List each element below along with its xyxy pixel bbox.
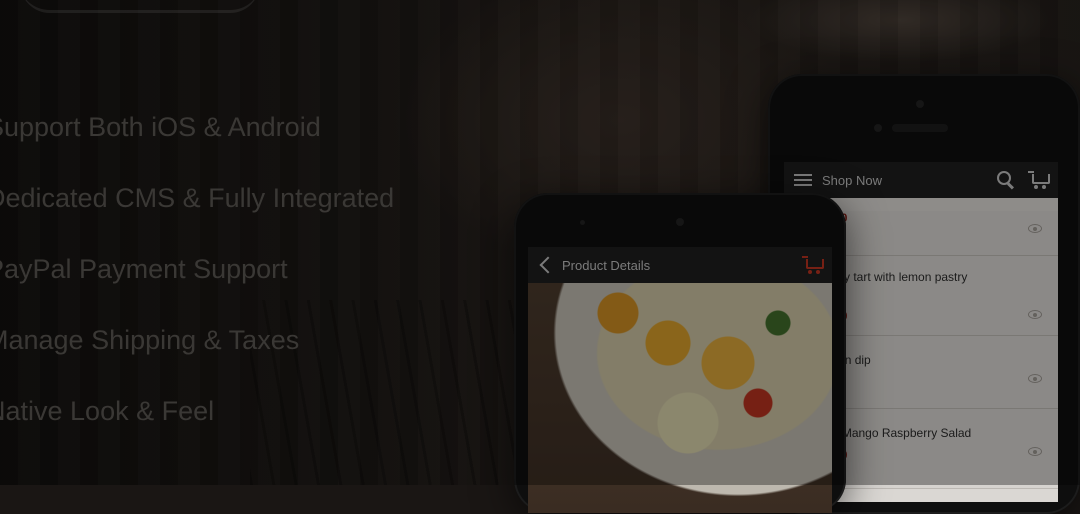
detail-title: Product Details [562,257,651,273]
eye-icon[interactable] [1028,374,1042,383]
phone-sensor [580,220,585,225]
phone-camera [676,218,684,226]
cart-icon[interactable] [802,255,824,275]
feature-item: PayPal Payment Support [0,254,288,284]
menu-icon[interactable] [794,173,812,187]
feature-list: Support Both iOS & Android Dedicated CMS… [0,108,394,463]
detail-screen: Product Details [528,247,832,513]
back-icon[interactable] [538,255,552,275]
phone-speaker [892,124,948,132]
phone-camera [916,100,924,108]
shop-appbar: Shop Now [784,162,1058,198]
feature-item: Support Both iOS & Android [0,112,321,142]
eye-icon[interactable] [1028,224,1042,233]
feature-item: Manage Shipping & Taxes [0,325,300,355]
cart-icon[interactable] [1028,170,1050,190]
eye-icon[interactable] [1028,447,1042,456]
feature-item: Native Look & Feel [0,396,215,426]
logo-fragment [20,0,260,13]
phone-sensor [874,124,882,132]
detail-appbar: Product Details [528,247,832,283]
product-image [528,283,832,513]
search-icon[interactable] [996,170,1016,190]
feature-item: Dedicated CMS & Fully Integrated [0,183,395,213]
eye-icon[interactable] [1028,310,1042,319]
detail-phone-mockup: Product Details [514,193,846,513]
shop-title: Shop Now [822,172,882,188]
